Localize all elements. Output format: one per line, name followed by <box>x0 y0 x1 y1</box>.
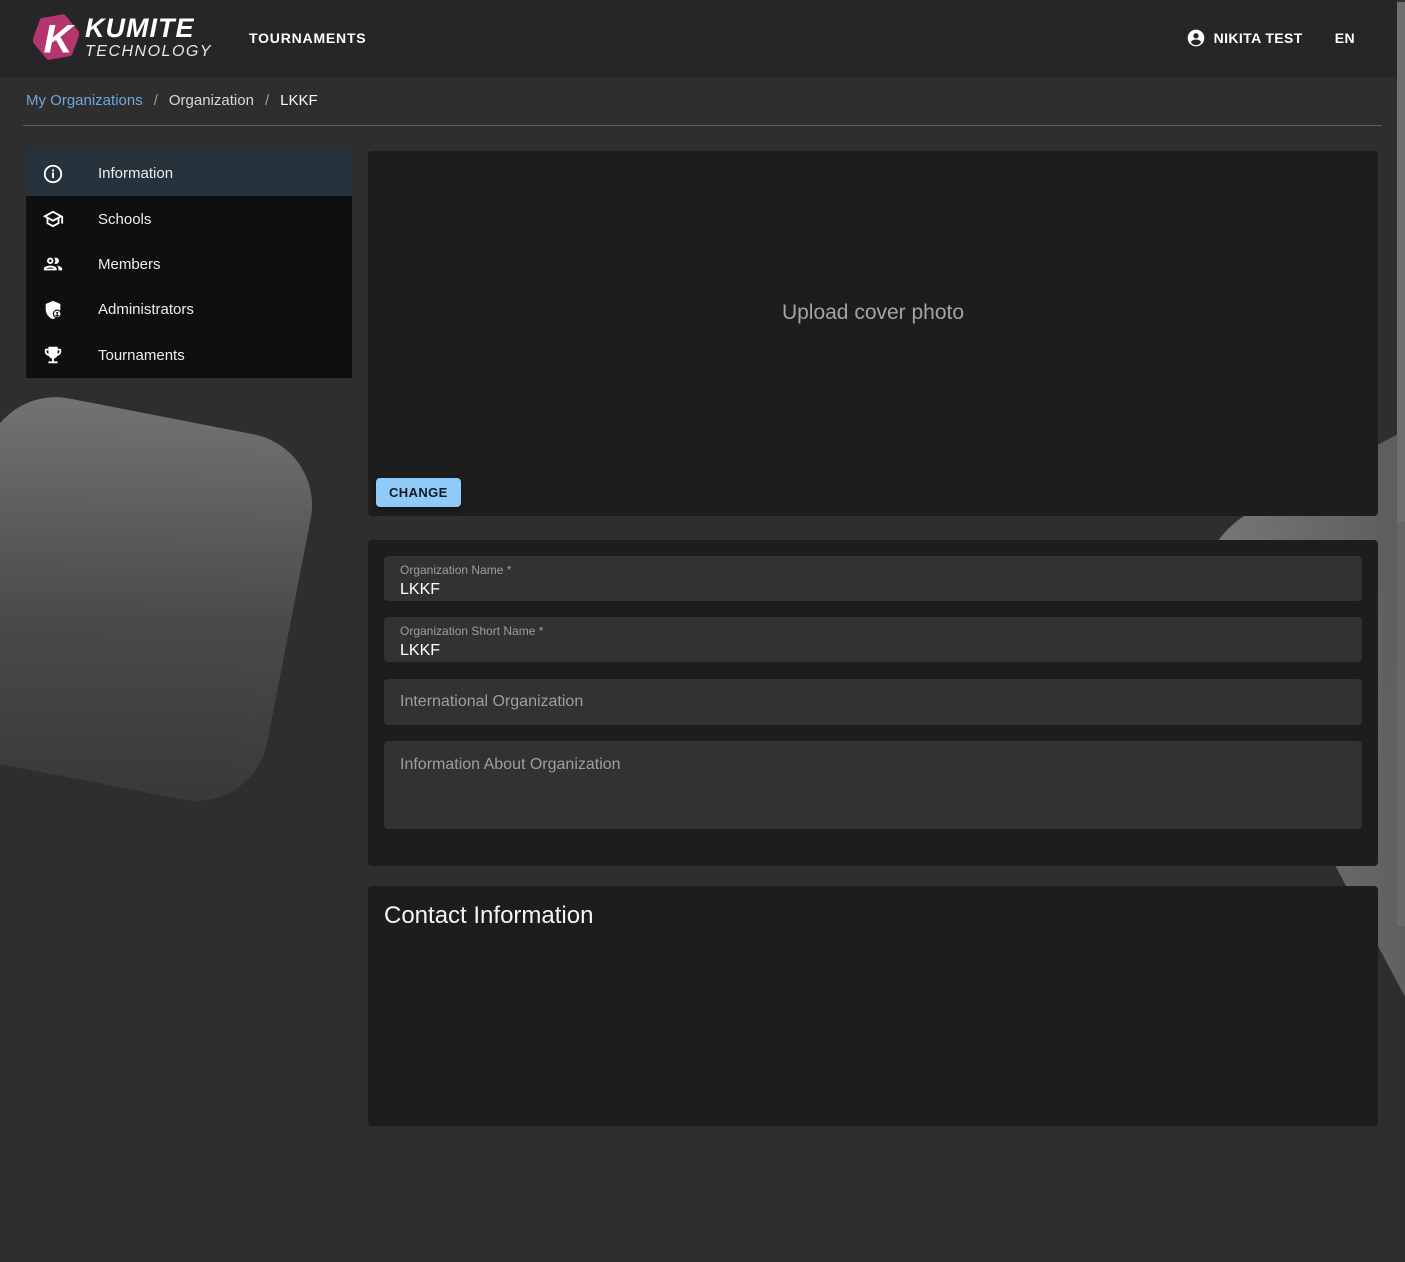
breadcrumb-separator: / <box>154 92 158 109</box>
change-cover-button[interactable]: CHANGE <box>376 478 461 507</box>
organization-form-card: Organization Name * LKKF Organization Sh… <box>368 540 1378 866</box>
sidebar-item-information[interactable]: Information <box>26 151 352 196</box>
sidebar-item-administrators[interactable]: Administrators <box>26 287 352 332</box>
contact-information-card: Contact Information <box>368 886 1378 1126</box>
trophy-icon <box>42 344 64 366</box>
svg-text:K: K <box>44 16 76 61</box>
sidebar-item-label: Tournaments <box>98 347 185 364</box>
organization-sidebar: Information Schools Members Administrato… <box>26 151 352 378</box>
breadcrumb-separator: / <box>265 92 269 109</box>
admin-shield-icon <box>42 299 64 321</box>
upload-cover-photo-placeholder: Upload cover photo <box>782 301 964 367</box>
cover-photo-card: Upload cover photo CHANGE <box>368 151 1378 516</box>
organization-name-label: Organization Name * <box>400 563 1346 577</box>
kumite-hexagon-logo-icon: K <box>33 9 79 67</box>
sidebar-item-label: Administrators <box>98 301 194 318</box>
information-about-organization-field[interactable]: Information About Organization <box>384 741 1362 829</box>
sidebar-item-label: Members <box>98 256 161 273</box>
organization-short-name-label: Organization Short Name * <box>400 624 1346 638</box>
breadcrumb-organization: Organization <box>169 92 254 109</box>
information-about-organization-label: Information About Organization <box>400 756 621 773</box>
sidebar-item-members[interactable]: Members <box>26 242 352 287</box>
logo-title: KUMITE <box>85 15 212 42</box>
logo[interactable]: K KUMITE TECHNOLOGY <box>33 9 212 67</box>
sidebar-item-label: Schools <box>98 211 151 228</box>
international-organization-field[interactable]: International Organization <box>384 679 1362 725</box>
breadcrumb: My Organizations / Organization / LKKF <box>23 75 1382 126</box>
sidebar-item-label: Information <box>98 165 173 182</box>
logo-text: KUMITE TECHNOLOGY <box>85 15 212 60</box>
logo-subtitle: TECHNOLOGY <box>85 44 212 60</box>
sidebar-item-tournaments[interactable]: Tournaments <box>26 333 352 378</box>
organization-name-value: LKKF <box>400 581 1346 599</box>
user-name: NIKITA TEST <box>1214 30 1303 46</box>
breadcrumb-current-lkkf: LKKF <box>280 92 318 109</box>
vertical-scrollbar-thumb[interactable] <box>1397 2 1405 522</box>
background-shape-left <box>0 385 324 814</box>
organization-short-name-field[interactable]: Organization Short Name * LKKF <box>384 617 1362 662</box>
vertical-scrollbar-track[interactable] <box>1397 0 1405 926</box>
breadcrumb-my-organizations[interactable]: My Organizations <box>26 92 143 109</box>
nav-tournaments-link[interactable]: TOURNAMENTS <box>249 30 366 46</box>
info-icon <box>42 163 64 185</box>
app-header: K KUMITE TECHNOLOGY TOURNAMENTS NIKITA T… <box>0 0 1405 75</box>
user-menu[interactable]: NIKITA TEST <box>1186 28 1303 48</box>
sidebar-item-schools[interactable]: Schools <box>26 196 352 241</box>
school-icon <box>42 208 64 230</box>
language-switcher[interactable]: EN <box>1335 30 1355 46</box>
organization-short-name-value: LKKF <box>400 642 1346 660</box>
members-icon <box>42 253 64 275</box>
account-circle-icon <box>1186 28 1206 48</box>
header-right: NIKITA TEST EN <box>1186 28 1355 48</box>
international-organization-label: International Organization <box>400 693 583 711</box>
organization-name-field[interactable]: Organization Name * LKKF <box>384 556 1362 601</box>
